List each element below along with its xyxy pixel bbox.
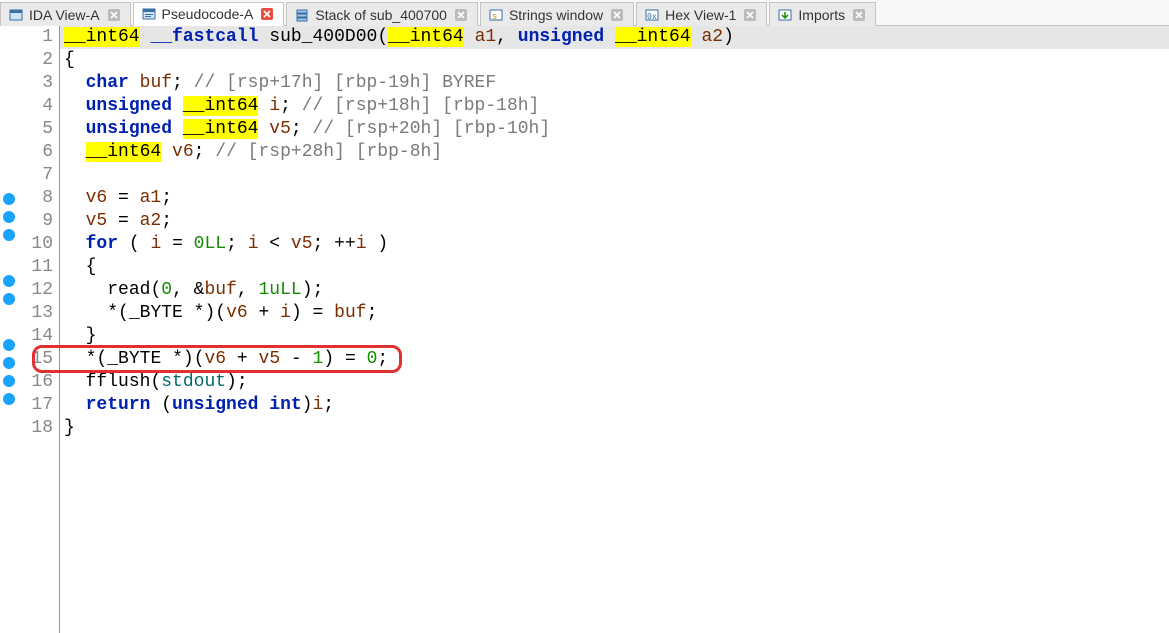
tab-label: Strings window — [509, 7, 603, 23]
close-icon[interactable] — [455, 9, 467, 21]
line-number: 18 — [18, 417, 53, 440]
code-line-10[interactable]: for ( i = 0LL; i < v5; ++i ) — [60, 233, 1169, 256]
line-number: 17 — [18, 394, 53, 417]
line-number: 9 — [18, 210, 53, 233]
line-number: 5 — [18, 118, 53, 141]
code-line-16[interactable]: fflush(stdout); — [60, 371, 1169, 394]
tab-label: Stack of sub_400700 — [315, 7, 447, 23]
breakpoint-marker[interactable] — [3, 229, 15, 241]
stack-icon — [295, 8, 309, 22]
line-number: 14 — [18, 325, 53, 348]
breakpoint-gutter[interactable] — [0, 26, 18, 633]
breakpoint-empty[interactable] — [0, 118, 18, 141]
line-number: 1 — [18, 26, 53, 49]
line-number: 13 — [18, 302, 53, 325]
tab-label: IDA View-A — [29, 7, 100, 23]
close-icon[interactable] — [108, 9, 120, 21]
close-icon[interactable] — [261, 8, 273, 20]
code-line-15[interactable]: *(_BYTE *)(v6 + v5 - 1) = 0; — [60, 348, 1169, 371]
viewA-icon — [9, 8, 23, 22]
breakpoint-empty[interactable] — [0, 164, 18, 187]
line-number: 15 — [18, 348, 53, 371]
breakpoint-marker[interactable] — [3, 357, 15, 369]
strings-icon: s — [489, 8, 503, 22]
line-number: 12 — [18, 279, 53, 302]
code-line-2[interactable]: { — [60, 49, 1169, 72]
code-line-14[interactable]: } — [60, 325, 1169, 348]
tab-ida-view-a[interactable]: IDA View-A — [0, 2, 131, 26]
code-line-6[interactable]: __int64 v6; // [rsp+28h] [rbp-8h] — [60, 141, 1169, 164]
breakpoint-marker[interactable] — [3, 339, 15, 351]
tab-label: Pseudocode-A — [162, 6, 254, 22]
code-line-18[interactable]: } — [60, 417, 1169, 440]
breakpoint-marker[interactable] — [3, 193, 15, 205]
breakpoint-marker[interactable] — [3, 293, 15, 305]
breakpoint-empty[interactable] — [0, 95, 18, 118]
code-area: 123456789101112131415161718 __int64 __fa… — [0, 26, 1169, 633]
tab-strings-window[interactable]: s Strings window — [480, 2, 634, 26]
breakpoint-empty[interactable] — [0, 246, 18, 269]
svg-text:0x: 0x — [647, 12, 657, 21]
breakpoint-empty[interactable] — [0, 26, 18, 49]
code-line-9[interactable]: v5 = a2; — [60, 210, 1169, 233]
breakpoint-marker[interactable] — [3, 211, 15, 223]
line-number: 8 — [18, 187, 53, 210]
line-number: 6 — [18, 141, 53, 164]
close-icon[interactable] — [744, 9, 756, 21]
tab-label: Hex View-1 — [665, 7, 736, 23]
tab-label: Imports — [798, 7, 845, 23]
tab-bar: IDA View-A Pseudocode-A Stack of sub_40070… — [0, 0, 1169, 26]
pseudo-icon — [142, 7, 156, 21]
code-line-7[interactable] — [60, 164, 1169, 187]
breakpoint-marker[interactable] — [3, 275, 15, 287]
tab-stack-of-sub-400700[interactable]: Stack of sub_400700 — [286, 2, 478, 26]
code-line-5[interactable]: unsigned __int64 v5; // [rsp+20h] [rbp-1… — [60, 118, 1169, 141]
hex-icon: 0x — [645, 8, 659, 22]
line-number: 4 — [18, 95, 53, 118]
breakpoint-empty[interactable] — [0, 72, 18, 95]
code-content[interactable]: __int64 __fastcall sub_400D00(__int64 a1… — [60, 26, 1169, 633]
line-number: 11 — [18, 256, 53, 279]
tab-pseudocode-a[interactable]: Pseudocode-A — [133, 2, 285, 26]
line-number: 3 — [18, 72, 53, 95]
breakpoint-empty[interactable] — [0, 49, 18, 72]
code-line-4[interactable]: unsigned __int64 i; // [rsp+18h] [rbp-18… — [60, 95, 1169, 118]
line-number: 10 — [18, 233, 53, 256]
code-line-13[interactable]: *(_BYTE *)(v6 + i) = buf; — [60, 302, 1169, 325]
line-number: 2 — [18, 49, 53, 72]
line-number: 7 — [18, 164, 53, 187]
svg-text:s: s — [492, 12, 497, 22]
code-line-12[interactable]: read(0, &buf, 1uLL); — [60, 279, 1169, 302]
code-line-17[interactable]: return (unsigned int)i; — [60, 394, 1169, 417]
code-line-8[interactable]: v6 = a1; — [60, 187, 1169, 210]
imports-icon — [778, 8, 792, 22]
tab-imports[interactable]: Imports — [769, 2, 876, 26]
breakpoint-empty[interactable] — [0, 141, 18, 164]
code-line-1[interactable]: __int64 __fastcall sub_400D00(__int64 a1… — [60, 26, 1169, 49]
tab-hex-view-1[interactable]: 0x Hex View-1 — [636, 2, 767, 26]
close-icon[interactable] — [853, 9, 865, 21]
code-line-3[interactable]: char buf; // [rsp+17h] [rbp-19h] BYREF — [60, 72, 1169, 95]
close-icon[interactable] — [611, 9, 623, 21]
line-number: 16 — [18, 371, 53, 394]
line-number-gutter: 123456789101112131415161718 — [18, 26, 60, 633]
code-line-11[interactable]: { — [60, 256, 1169, 279]
breakpoint-marker[interactable] — [3, 375, 15, 387]
breakpoint-marker[interactable] — [3, 393, 15, 405]
breakpoint-empty[interactable] — [0, 310, 18, 333]
